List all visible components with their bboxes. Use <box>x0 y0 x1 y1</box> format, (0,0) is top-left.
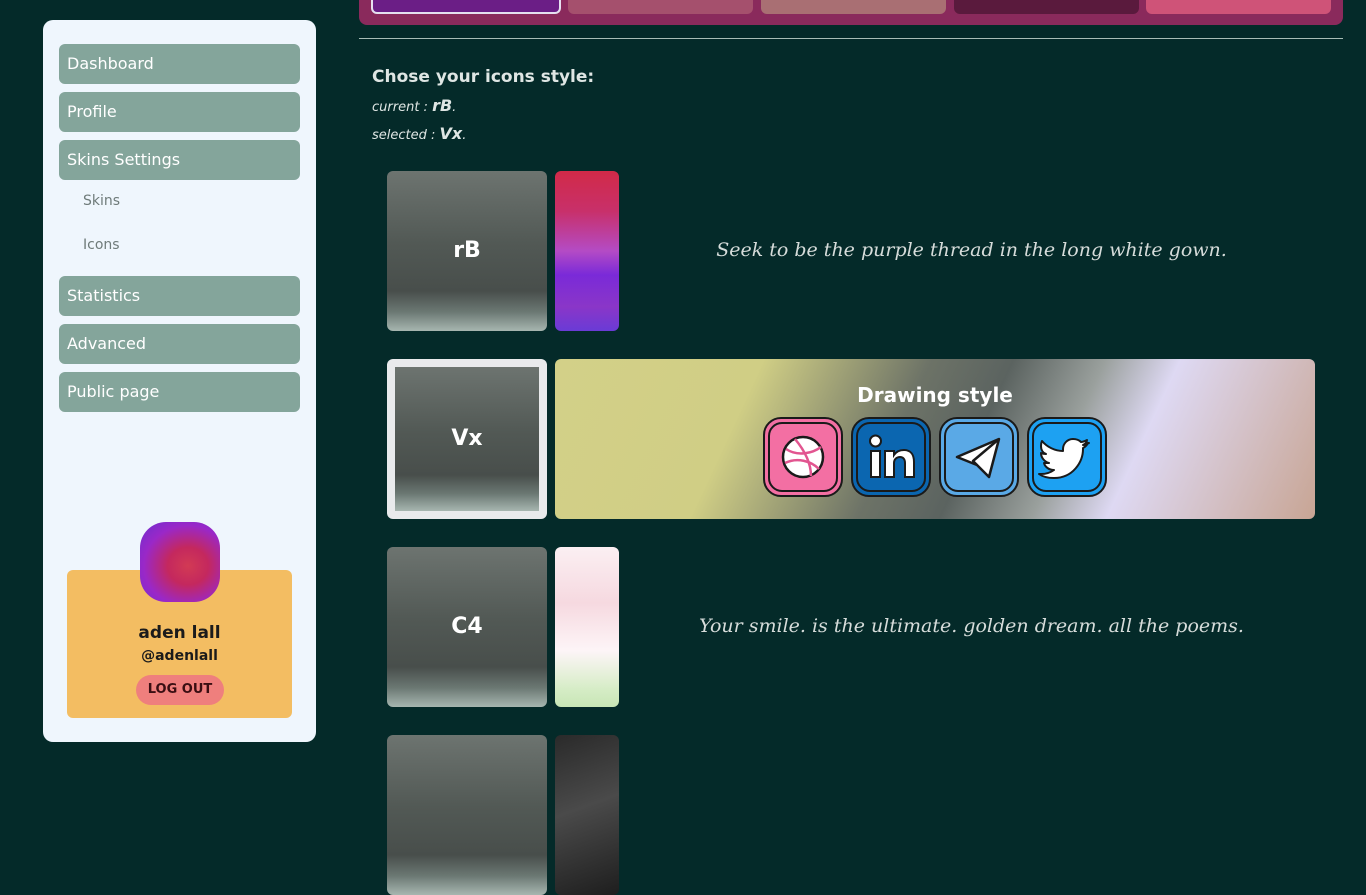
style-quote-c4: Your smile. is the ultimate. golden drea… <box>699 615 1244 637</box>
twitter-icon[interactable] <box>1027 417 1107 497</box>
sidebar-subitem-icons[interactable]: Icons <box>83 237 120 253</box>
skin-tab[interactable] <box>761 0 946 14</box>
divider <box>359 38 1343 39</box>
profile-handle: @adenlall <box>141 648 218 664</box>
telegram-icon[interactable] <box>939 417 1019 497</box>
sidebar-item-advanced[interactable]: Advanced <box>59 324 300 364</box>
sidebar-item-public-page[interactable]: Public page <box>59 372 300 412</box>
icons-style-heading: Chose your icons style: <box>372 67 595 87</box>
current-style-value: rB <box>432 96 453 115</box>
sidebar-item-statistics[interactable]: Statistics <box>59 276 300 316</box>
dribbble-icon[interactable] <box>763 417 843 497</box>
logout-button[interactable]: LOG OUT <box>136 675 224 705</box>
current-style-prefix: current : <box>372 100 433 115</box>
selected-style-line: selected : Vx. <box>372 124 466 143</box>
selected-style-prefix: selected : <box>372 128 440 143</box>
style-card-vx[interactable]: Vx <box>387 359 547 519</box>
sidebar-item-profile[interactable]: Profile <box>59 92 300 132</box>
period: . <box>462 128 467 143</box>
sidebar: Dashboard Profile Skins Settings Skins I… <box>43 20 316 742</box>
selected-style-value: Vx <box>439 124 463 143</box>
style-card-vx-label: Vx <box>395 367 539 511</box>
period: . <box>452 100 457 115</box>
skin-tab[interactable] <box>371 0 561 14</box>
style-swatch-c4[interactable] <box>555 547 619 707</box>
style-preview-vx: Drawing style <box>555 359 1315 519</box>
style-card-c4[interactable]: C4 <box>387 547 547 707</box>
style-quote-rb: Seek to be the purple thread in the long… <box>716 239 1227 261</box>
style-swatch-rb[interactable] <box>555 171 619 331</box>
skin-tab[interactable] <box>954 0 1139 14</box>
avatar <box>140 522 220 602</box>
sidebar-item-dashboard[interactable]: Dashboard <box>59 44 300 84</box>
preview-title: Drawing style <box>857 383 1013 407</box>
skin-tab[interactable] <box>568 0 753 14</box>
linkedin-icon[interactable] <box>851 417 931 497</box>
current-style-line: current : rB. <box>372 96 456 115</box>
style-swatch-partial[interactable] <box>555 735 619 895</box>
style-card-partial[interactable] <box>387 735 547 895</box>
style-card-rb[interactable]: rB <box>387 171 547 331</box>
skin-tab[interactable] <box>1146 0 1331 14</box>
skin-tabs-bar <box>359 0 1343 25</box>
sidebar-subitem-skins[interactable]: Skins <box>83 193 120 209</box>
sidebar-item-skins-settings[interactable]: Skins Settings <box>59 140 300 180</box>
profile-name: aden lall <box>138 623 221 643</box>
